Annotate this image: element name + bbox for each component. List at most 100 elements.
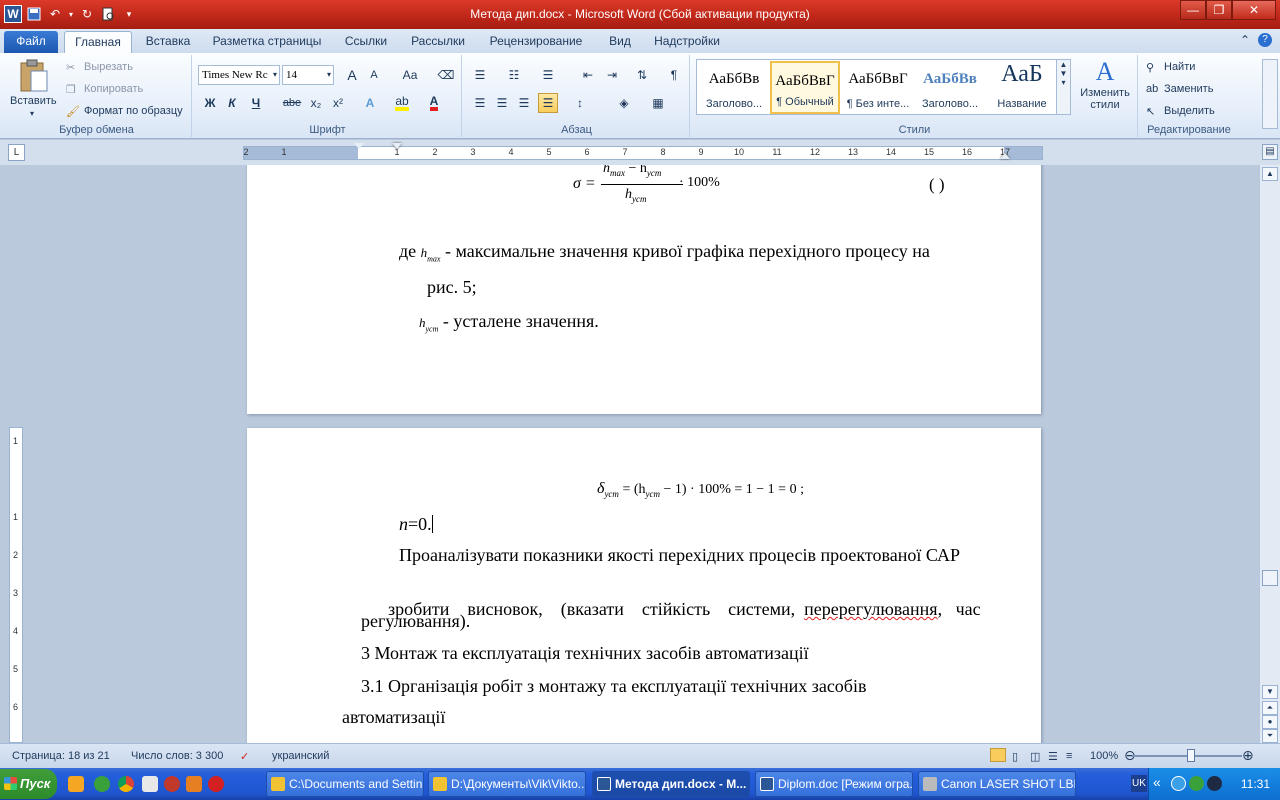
taskbar-button[interactable]: C:\Documents and Settin... — [266, 771, 424, 797]
style-title[interactable]: АаБ Название — [987, 61, 1057, 114]
taskbar-button[interactable]: Canon LASER SHOT LBP-... — [918, 771, 1076, 797]
page-indicator[interactable]: Страница: 18 из 21 — [12, 750, 110, 762]
select-button[interactable]: ↖ Выделить — [1144, 103, 1236, 121]
zoom-level[interactable]: 100% — [1090, 750, 1118, 762]
decrease-indent-icon[interactable]: ⇤ — [578, 65, 598, 85]
tab-insert[interactable]: Вставка — [138, 31, 198, 53]
scroll-up-icon[interactable]: ▲ — [1262, 167, 1278, 181]
underline-button[interactable]: Ч — [246, 93, 266, 113]
increase-indent-icon[interactable]: ⇥ — [602, 65, 622, 85]
language-indicator[interactable]: UK — [1131, 775, 1147, 792]
tray-icon[interactable] — [1207, 776, 1222, 791]
show-marks-icon[interactable]: ¶ — [664, 65, 684, 85]
quicklaunch-icon[interactable] — [164, 776, 180, 792]
tab-file[interactable]: Файл — [4, 31, 58, 53]
first-line-indent-marker[interactable] — [354, 143, 364, 149]
scroll-down-icon[interactable]: ▼ — [1262, 685, 1278, 699]
sort-icon[interactable]: ⇅ — [632, 65, 652, 85]
paste-button[interactable]: Вставить ▾ — [6, 57, 60, 119]
tab-review[interactable]: Рецензирование — [480, 31, 592, 53]
quicklaunch-icon[interactable] — [142, 776, 158, 792]
superscript-button[interactable]: x² — [328, 93, 348, 113]
word-count[interactable]: Число слов: 3 300 — [131, 750, 223, 762]
multilevel-list-icon[interactable]: ☰ — [538, 65, 558, 85]
maximize-button[interactable]: ❐ — [1206, 0, 1232, 20]
help-icon[interactable]: ? — [1258, 33, 1272, 47]
style-normal[interactable]: АаБбВвГ ¶ Обычный — [770, 61, 840, 114]
taskbar-button[interactable]: Diplom.doc [Режим огра... — [755, 771, 913, 797]
numbering-icon[interactable]: ☷ — [504, 65, 524, 85]
document-page[interactable]: σ = hmax − hуст hуст · 100% ( ) де hmax … — [247, 165, 1041, 414]
ribbon-scroll[interactable] — [1262, 59, 1278, 129]
language-indicator[interactable]: украинский — [272, 750, 329, 762]
utorrent-icon[interactable] — [94, 776, 110, 792]
taskbar-button-active[interactable]: Метода дип.docx - M... — [592, 771, 750, 797]
style-heading1[interactable]: АаБбВв Заголово... — [699, 61, 769, 114]
vertical-ruler[interactable]: 1 1 2 3 4 5 6 — [9, 427, 23, 743]
horizontal-ruler[interactable]: 2 1 1 2 3 4 5 6 7 8 9 10 11 12 13 14 15 … — [243, 143, 1043, 160]
format-painter-button[interactable]: 🖌 Формат по образцу — [64, 103, 192, 121]
clear-formatting-icon[interactable]: ⌫ — [436, 65, 456, 85]
font-color-icon[interactable]: A — [424, 93, 444, 113]
minimize-ribbon-icon[interactable]: ⌃ — [1240, 33, 1250, 47]
bullets-icon[interactable]: ☰ — [470, 65, 490, 85]
replace-button[interactable]: ab Заменить — [1144, 81, 1236, 99]
font-size-combo[interactable]: 14 ▾ — [282, 65, 334, 85]
cut-button[interactable]: ✂ Вырезать — [64, 59, 184, 77]
start-button[interactable]: Пуск — [0, 769, 57, 799]
align-left-icon[interactable]: ☰ — [470, 93, 490, 113]
change-case-button[interactable]: Аа — [396, 65, 424, 85]
spelling-check-icon[interactable]: ✓ — [240, 750, 249, 763]
document-workspace[interactable]: σ = hmax − hуст hуст · 100% ( ) де hmax … — [0, 165, 1259, 743]
scroll-thumb[interactable] — [1262, 570, 1278, 586]
full-screen-reading-icon[interactable]: ▯ — [1012, 750, 1018, 763]
print-layout-icon[interactable] — [990, 748, 1006, 762]
styles-scroll[interactable]: ▲ ▼ ▾ — [1056, 60, 1070, 114]
text-effects-icon[interactable]: A — [360, 93, 380, 113]
browse-object-icon[interactable]: ● — [1262, 715, 1278, 729]
change-styles-button[interactable]: A Изменить стили — [1076, 57, 1134, 121]
quicklaunch-icon[interactable] — [186, 776, 202, 792]
find-button[interactable]: ⚲ Найти — [1144, 59, 1236, 77]
web-layout-icon[interactable]: ◫ — [1030, 750, 1040, 763]
hanging-indent-marker[interactable] — [392, 143, 402, 149]
tray-icon[interactable] — [1171, 776, 1186, 791]
font-name-combo[interactable]: Times New Rc ▾ — [198, 65, 280, 85]
view-ruler-icon[interactable]: ▤ — [1262, 144, 1278, 160]
grow-font-button[interactable]: A — [342, 65, 362, 85]
tray-expand-icon[interactable]: « — [1153, 774, 1161, 790]
align-right-icon[interactable]: ☰ — [514, 93, 534, 113]
subscript-button[interactable]: x₂ — [306, 93, 326, 113]
chrome-icon[interactable] — [118, 776, 134, 792]
bold-button[interactable]: Ж — [200, 93, 220, 113]
tab-addins[interactable]: Надстройки — [646, 31, 728, 53]
italic-button[interactable]: К — [222, 93, 242, 113]
tab-home[interactable]: Главная — [64, 31, 132, 53]
highlight-icon[interactable]: ab — [392, 93, 412, 113]
vertical-scrollbar[interactable]: ▲ ▼ ⏶ ● ⏷ — [1259, 165, 1280, 743]
align-center-icon[interactable]: ☰ — [492, 93, 512, 113]
justify-icon[interactable]: ☰ — [538, 93, 558, 113]
tab-mailings[interactable]: Рассылки — [403, 31, 473, 53]
borders-icon[interactable]: ▦ — [648, 93, 668, 113]
close-button[interactable]: ✕ — [1232, 0, 1276, 20]
zoom-slider-thumb[interactable] — [1187, 749, 1195, 762]
tray-icon[interactable] — [1189, 776, 1204, 791]
shrink-font-button[interactable]: A — [364, 65, 384, 85]
copy-button[interactable]: ❐ Копировать — [64, 81, 184, 99]
style-no-spacing[interactable]: АаБбВвГ ¶ Без инте... — [843, 61, 913, 114]
tab-references[interactable]: Ссылки — [336, 31, 396, 53]
quicklaunch-icon[interactable] — [68, 776, 84, 792]
tab-view[interactable]: Вид — [600, 31, 640, 53]
previous-page-icon[interactable]: ⏶ — [1262, 701, 1278, 715]
draft-icon[interactable]: ≡ — [1066, 750, 1072, 762]
strikethrough-button[interactable]: abe — [280, 93, 304, 113]
tab-page-layout[interactable]: Разметка страницы — [205, 31, 329, 53]
opera-icon[interactable] — [208, 776, 224, 792]
right-indent-marker[interactable] — [1000, 153, 1010, 159]
shading-icon[interactable]: ◈ — [614, 93, 634, 113]
tab-selector[interactable]: L — [8, 144, 25, 161]
zoom-in-icon[interactable]: ⊕ — [1242, 747, 1254, 764]
outline-icon[interactable]: ☰ — [1048, 750, 1058, 763]
taskbar-button[interactable]: D:\Документы\Vik\Vikto... — [428, 771, 586, 797]
